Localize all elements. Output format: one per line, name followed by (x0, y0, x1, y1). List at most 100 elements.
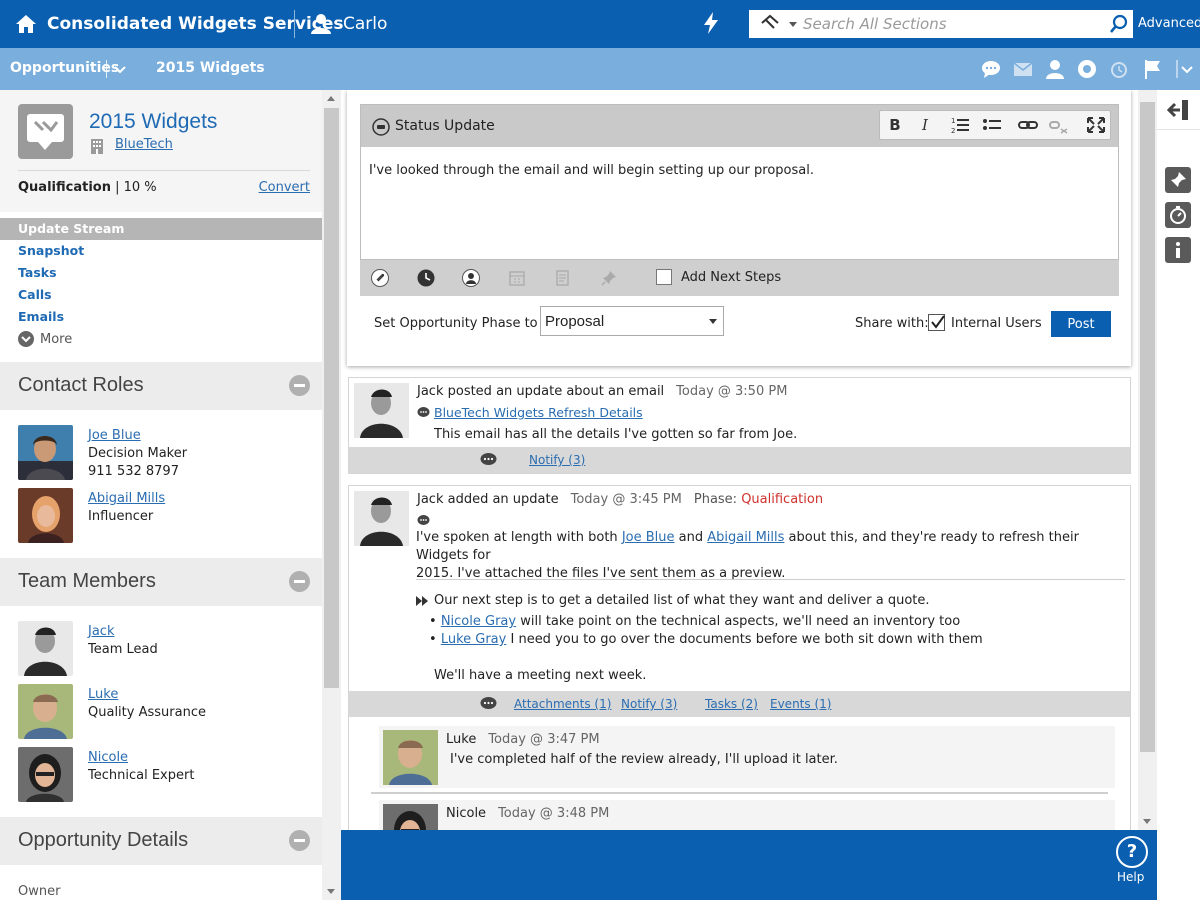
team-member-name[interactable]: Jack (88, 624, 114, 639)
email-subject-link[interactable]: BlueTech Widgets Refresh Details (434, 405, 643, 420)
record-sidebar: 2015 Widgets BlueTech Qualification | 10… (0, 90, 322, 900)
avatar[interactable] (383, 804, 438, 830)
search-input[interactable] (803, 13, 1103, 35)
paperclip-icon[interactable] (371, 269, 389, 287)
tasks-link[interactable]: Tasks (2) (705, 697, 758, 711)
nav-more[interactable]: More (0, 328, 322, 350)
feed-post: Jack added an update Today @ 3:45 PM Phase… (348, 485, 1131, 830)
scroll-down-icon[interactable] (327, 889, 335, 894)
search-scope-icon[interactable] (759, 14, 799, 34)
comment-icon[interactable] (480, 452, 497, 467)
team-member-name[interactable]: Luke (88, 687, 118, 702)
feed-scrollbar[interactable] (1138, 90, 1157, 830)
flag-icon[interactable] (1142, 58, 1164, 80)
numbered-list-icon[interactable]: 12 (948, 114, 972, 136)
events-link[interactable]: Events (1) (770, 697, 831, 711)
post-button[interactable]: Post (1051, 311, 1111, 337)
sidebar-scrollbar[interactable] (322, 90, 341, 900)
chat-icon[interactable] (980, 58, 1002, 80)
add-next-steps-checkbox[interactable] (656, 269, 672, 285)
mention-link[interactable]: Abigail Mills (707, 530, 784, 545)
scroll-down-icon[interactable] (1143, 819, 1151, 824)
set-phase-label: Set Opportunity Phase to (374, 316, 538, 331)
contact-icon[interactable] (1044, 58, 1066, 80)
unlink-icon[interactable] (1047, 114, 1071, 136)
avatar[interactable] (354, 491, 409, 546)
avatar[interactable] (383, 730, 438, 785)
scrollbar-thumb[interactable] (324, 108, 339, 688)
mail-icon[interactable] (1012, 58, 1034, 80)
user-icon[interactable] (310, 12, 332, 34)
fullscreen-icon[interactable] (1084, 114, 1108, 136)
scrollbar-thumb[interactable] (1140, 102, 1155, 752)
post-footer: Attachments (1) Notify (3) Tasks (2) Eve… (349, 691, 1130, 717)
help-label[interactable]: Help (1117, 870, 1144, 884)
search-icon[interactable] (1109, 14, 1129, 34)
avatar[interactable] (18, 684, 73, 739)
nav-item-calls[interactable]: Calls (0, 284, 322, 306)
info-icon[interactable] (1165, 237, 1191, 263)
attachments-link[interactable]: Attachments (1) (514, 697, 611, 711)
mention-link[interactable]: Nicole Gray (441, 614, 516, 629)
contact-name[interactable]: Joe Blue (88, 428, 141, 443)
user-name[interactable]: Carlo (343, 14, 387, 34)
advanced-search-link[interactable]: Advanced (1138, 16, 1200, 31)
fast-forward-icon (416, 596, 428, 606)
contact-roles-header: Contact Roles (0, 362, 322, 410)
assign-user-icon[interactable] (462, 269, 480, 287)
internal-users-label: Internal Users (951, 316, 1042, 331)
avatar[interactable] (354, 383, 409, 438)
module-selector[interactable]: Opportunities (10, 60, 119, 76)
avatar[interactable] (18, 425, 73, 480)
rich-text-editor[interactable]: Status Update B I 12 I've looked through… (360, 104, 1119, 260)
italic-icon[interactable]: I (913, 114, 937, 136)
chevron-down-icon[interactable] (112, 61, 128, 77)
internal-users-checkbox[interactable] (928, 314, 945, 331)
nav-item-update-stream[interactable]: Update Stream (0, 218, 322, 240)
add-next-steps-label: Add Next Steps (681, 270, 782, 285)
lightning-icon[interactable] (702, 12, 720, 34)
document-icon[interactable] (554, 269, 572, 287)
avatar[interactable] (18, 488, 73, 543)
help-icon[interactable]: ? (1116, 836, 1148, 868)
team-member-name[interactable]: Nicole (88, 750, 128, 765)
comment-icon[interactable] (480, 696, 497, 711)
alarm-icon[interactable] (1108, 58, 1130, 80)
pin-icon[interactable] (600, 269, 618, 287)
opportunity-header: 2015 Widgets BlueTech Qualification | 10… (0, 90, 322, 212)
home-icon[interactable] (14, 12, 38, 36)
more-menu-chevron-icon[interactable] (1176, 58, 1194, 80)
support-icon[interactable] (1076, 58, 1098, 80)
app-title[interactable]: Consolidated Widgets Services (47, 14, 344, 34)
opportunity-details-header: Opportunity Details (0, 817, 322, 865)
clock-icon[interactable] (417, 269, 435, 287)
team-member-item: Jack Team Lead (18, 621, 318, 677)
nav-item-tasks[interactable]: Tasks (0, 262, 322, 284)
stopwatch-icon[interactable] (1165, 202, 1191, 228)
mention-link[interactable]: Luke Gray (441, 632, 507, 647)
notify-link[interactable]: Notify (3) (621, 697, 677, 711)
pin-icon[interactable] (1165, 167, 1191, 193)
phase-select[interactable]: Proposal (540, 306, 724, 336)
collapse-icon[interactable] (289, 571, 310, 592)
mention-link[interactable]: Joe Blue (622, 530, 675, 545)
collapse-icon[interactable] (289, 375, 310, 396)
bulleted-list-icon[interactable] (980, 114, 1004, 136)
contact-name[interactable]: Abigail Mills (88, 491, 165, 506)
collapse-icon[interactable] (289, 830, 310, 851)
breadcrumb[interactable]: 2015 Widgets (156, 60, 265, 76)
collapse-panel-icon[interactable] (1167, 98, 1191, 122)
avatar[interactable] (18, 747, 73, 802)
calendar-icon[interactable] (508, 269, 526, 287)
nav-item-snapshot[interactable]: Snapshot (0, 240, 322, 262)
bullet-text: will take point on the technical aspects… (520, 614, 961, 629)
link-icon[interactable] (1016, 114, 1040, 136)
notify-link[interactable]: Notify (3) (529, 453, 585, 467)
company-link[interactable]: BlueTech (115, 137, 173, 152)
scroll-up-icon[interactable] (327, 96, 335, 101)
editor-content[interactable]: I've looked through the email and will b… (369, 163, 814, 178)
avatar[interactable] (18, 621, 73, 676)
convert-link[interactable]: Convert (259, 180, 310, 195)
bold-icon[interactable]: B (883, 114, 907, 136)
nav-item-emails[interactable]: Emails (0, 306, 322, 328)
